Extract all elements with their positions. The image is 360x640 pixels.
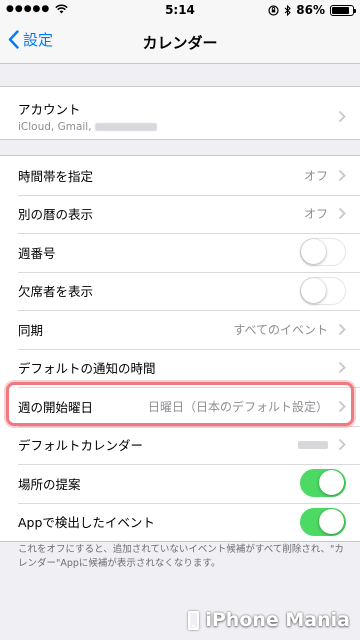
phone-icon (188, 610, 200, 630)
time-zone-override-value: オフ (303, 168, 328, 183)
default-alert-times-label: デフォルトの通知の時間 (18, 361, 156, 377)
chevron-right-icon (338, 323, 346, 335)
page-title: カレンダー (142, 34, 218, 52)
location-suggestions-row: 場所の提案 (0, 464, 360, 503)
show-declined-row: 欠席者を表示 (0, 271, 360, 311)
location-suggestions-label: 場所の提案 (18, 476, 81, 492)
alternate-calendars-row[interactable]: 別の暦の表示 オフ (0, 194, 360, 234)
chevron-right-icon (338, 169, 346, 181)
bluetooth-icon (284, 4, 292, 16)
accounts-text: アカウント iCloud, Gmail, (18, 99, 338, 133)
chevron-right-icon (338, 400, 346, 412)
battery-icon (330, 4, 356, 16)
week-numbers-toggle[interactable] (300, 238, 346, 267)
orientation-lock-icon (268, 4, 279, 16)
toggle-knob (319, 508, 344, 534)
week-numbers-row: 週番号 (0, 233, 360, 272)
redacted-default-calendar-value (298, 440, 328, 449)
battery-fill (332, 6, 350, 14)
show-declined-toggle[interactable] (300, 276, 346, 305)
battery-percent: 86% (296, 3, 325, 17)
status-bar: ●●●●● 5:14 86% (0, 0, 360, 20)
time-zone-override-label: 時間帯を指定 (18, 168, 94, 184)
chevron-right-icon (338, 362, 346, 374)
show-declined-label: 欠席者を表示 (18, 284, 94, 300)
accounts-subtitle-text: iCloud, Gmail, (18, 121, 92, 133)
chevron-right-icon (338, 110, 346, 122)
time-zone-override-row[interactable]: 時間帯を指定 オフ (0, 156, 360, 195)
location-suggestions-toggle[interactable] (300, 469, 346, 498)
watermark: iPhone Mania (188, 606, 350, 634)
alternate-calendars-label: 別の暦の表示 (18, 207, 94, 223)
status-right: 86% (268, 3, 356, 17)
redacted-account-name (94, 123, 157, 131)
start-week-on-value: 日曜日（日本のデフォルト設定） (147, 399, 328, 414)
accounts-group: アカウント iCloud, Gmail, (0, 86, 360, 140)
sync-label: 同期 (18, 322, 44, 338)
default-calendar-label: デフォルトカレンダー (18, 438, 144, 454)
start-week-on-row[interactable]: 週の開始曜日 日曜日（日本のデフォルト設定） (0, 387, 360, 426)
watermark-text: iPhone Mania (205, 609, 350, 631)
events-found-in-apps-row: Appで検出したイベント (0, 502, 360, 542)
events-found-in-apps-toggle[interactable] (300, 507, 346, 536)
default-alert-times-row[interactable]: デフォルトの通知の時間 (0, 348, 360, 388)
default-calendar-row[interactable]: デフォルトカレンダー (0, 425, 360, 465)
week-numbers-label: 週番号 (18, 245, 56, 261)
toggle-knob (319, 470, 344, 496)
accounts-subtitle: iCloud, Gmail, (18, 121, 338, 133)
chevron-right-icon (338, 208, 346, 220)
sync-row[interactable]: 同期 すべてのイベント (0, 310, 360, 349)
chevron-right-icon (338, 439, 346, 451)
calendar-settings-group: 時間帯を指定 オフ 別の暦の表示 オフ 週番号 欠席者を表示 同期 すべてのイベ… (0, 155, 360, 542)
events-found-in-apps-label: Appで検出したイベント (18, 515, 155, 531)
start-week-on-label: 週の開始曜日 (18, 399, 94, 415)
footer-note: これをオフにすると、追加されていないイベント候補がすべて削除され、"カレンダー"… (18, 544, 344, 569)
accounts-row[interactable]: アカウント iCloud, Gmail, (0, 87, 360, 139)
sync-value: すべてのイベント (233, 322, 328, 337)
alternate-calendars-value: オフ (303, 207, 328, 222)
accounts-label: アカウント (18, 102, 81, 117)
toggle-knob (301, 277, 326, 303)
navigation-bar: 設定 カレンダー (0, 20, 360, 64)
toggle-knob (301, 239, 326, 265)
